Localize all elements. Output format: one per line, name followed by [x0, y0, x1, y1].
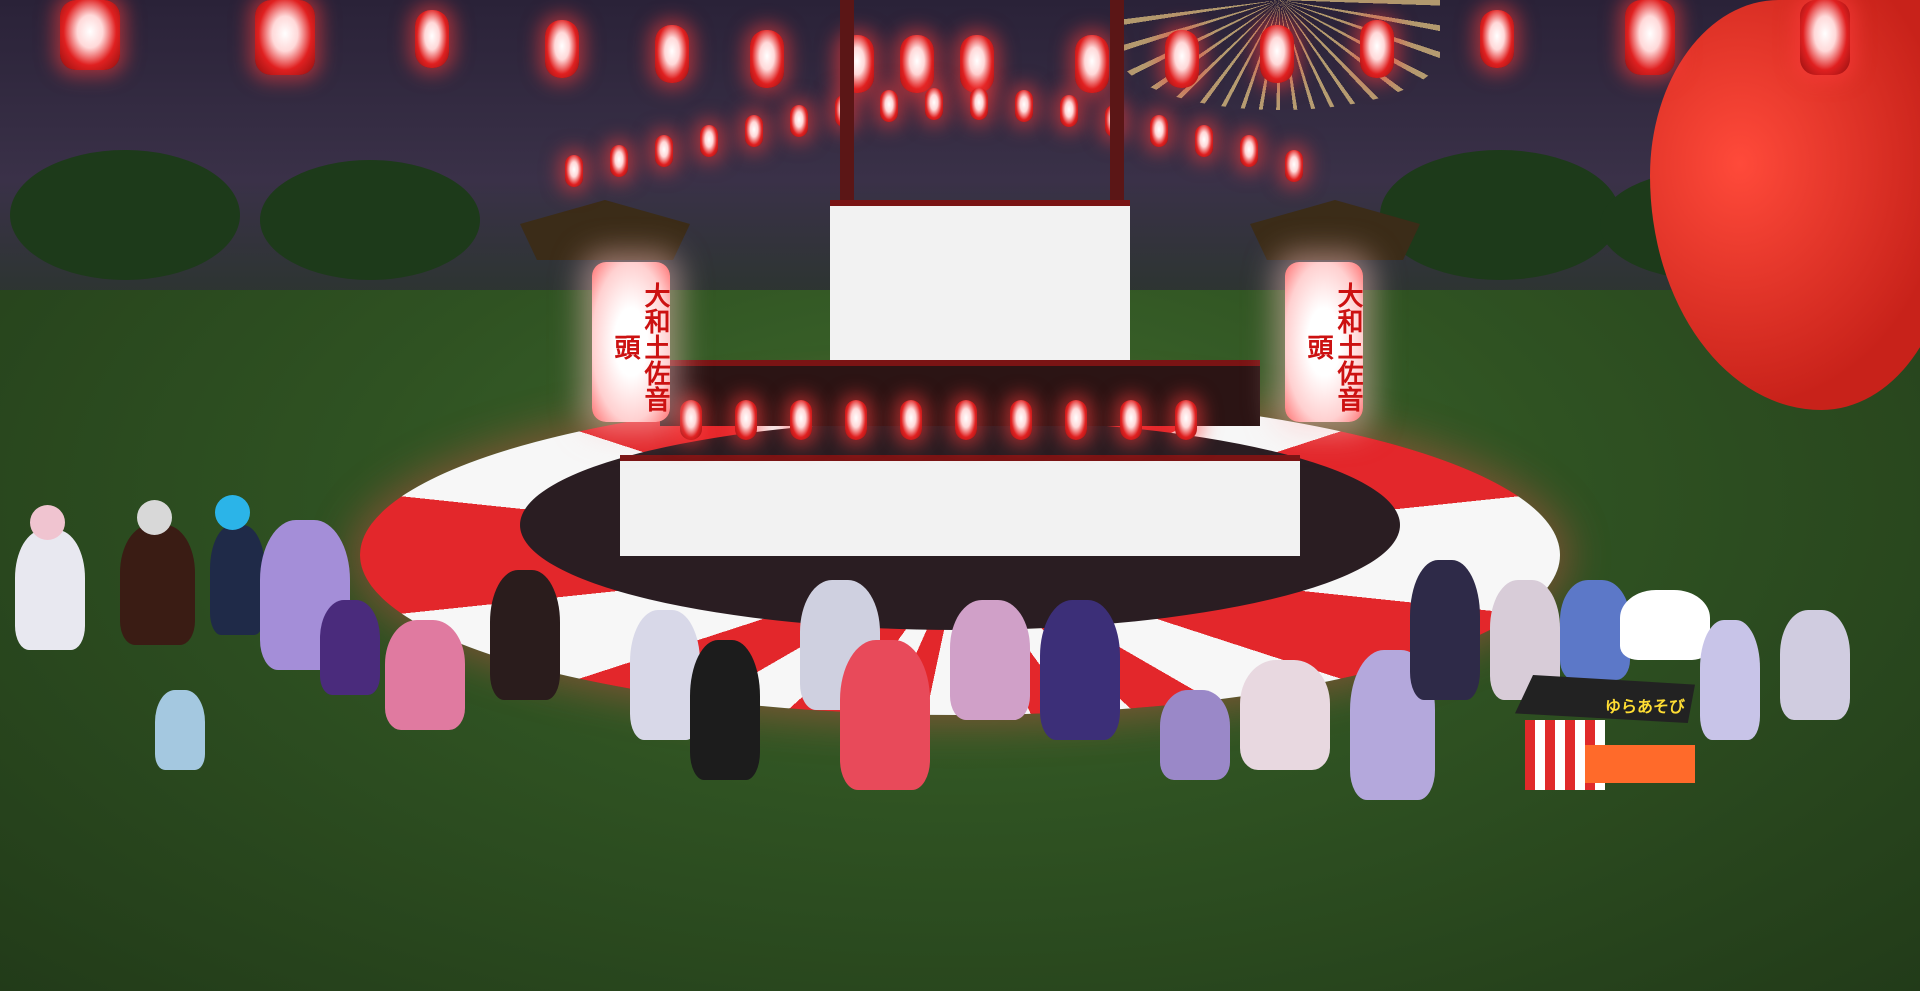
- stage-lantern: [1120, 400, 1142, 440]
- avatar[interactable]: [840, 640, 930, 790]
- avatar[interactable]: [1160, 690, 1230, 780]
- lantern: [970, 88, 988, 120]
- lantern: [1060, 95, 1078, 127]
- lantern: [900, 35, 934, 93]
- avatar[interactable]: [385, 620, 465, 730]
- avatar[interactable]: [950, 600, 1030, 720]
- stall-counter: [1585, 745, 1695, 783]
- avatar[interactable]: [120, 525, 195, 645]
- avatar[interactable]: [210, 525, 265, 635]
- avatar[interactable]: [1040, 600, 1120, 740]
- lantern: [750, 30, 784, 88]
- stage-upper-tier: [830, 200, 1130, 366]
- lantern: [565, 155, 583, 187]
- lantern: [545, 20, 579, 78]
- yagura-stage: [590, 0, 1330, 556]
- lantern: [1195, 125, 1213, 157]
- stage-tower-left: 大和土佐音頭: [592, 262, 670, 422]
- avatar-head: [30, 505, 65, 540]
- avatar-head: [137, 500, 172, 535]
- lantern: [960, 35, 994, 93]
- stage-lantern: [680, 400, 702, 440]
- stage-pillar: [840, 0, 854, 200]
- avatar[interactable]: [1780, 610, 1850, 720]
- tower-text-left: 大和土佐音頭: [610, 282, 670, 412]
- lantern: [1285, 150, 1303, 182]
- lantern: [1075, 35, 1109, 93]
- avatar[interactable]: [1410, 560, 1480, 700]
- avatar[interactable]: [1240, 660, 1330, 770]
- avatar[interactable]: [15, 530, 85, 650]
- lantern: [1240, 135, 1258, 167]
- stage-lantern: [790, 400, 812, 440]
- lantern: [745, 115, 763, 147]
- avatar[interactable]: [1700, 620, 1760, 740]
- tree: [1380, 150, 1620, 280]
- lantern: [1015, 90, 1033, 122]
- stage-lantern: [1065, 400, 1087, 440]
- lantern: [1150, 115, 1168, 147]
- tree: [260, 160, 480, 280]
- lantern: [655, 25, 689, 83]
- avatar[interactable]: [1620, 590, 1710, 660]
- food-stall: ゆらあそび: [1515, 675, 1695, 790]
- stage-lantern: [900, 400, 922, 440]
- stall-sign: ゆらあそび: [1605, 697, 1686, 716]
- avatar[interactable]: [490, 570, 560, 700]
- lantern: [925, 88, 943, 120]
- lantern: [655, 135, 673, 167]
- stage-lower-tier: [620, 455, 1300, 556]
- lantern: [790, 105, 808, 137]
- stage-tower-right: 大和土佐音頭: [1285, 262, 1363, 422]
- avatar[interactable]: [690, 640, 760, 780]
- stage-pillar: [1110, 0, 1124, 200]
- avatar[interactable]: [155, 690, 205, 770]
- avatar[interactable]: [320, 600, 380, 695]
- stage-lantern: [1010, 400, 1032, 440]
- lantern: [1480, 10, 1514, 68]
- lantern: [1260, 25, 1294, 83]
- lantern: [1165, 30, 1199, 88]
- avatar-head: [215, 495, 250, 530]
- lantern: [880, 90, 898, 122]
- stage-lantern: [955, 400, 977, 440]
- lantern: [1625, 0, 1675, 75]
- game-viewport[interactable]: 大和土佐音頭 大和土佐音頭 ゆらあそび: [0, 0, 1920, 991]
- lantern: [1360, 20, 1394, 78]
- lantern: [1800, 0, 1850, 75]
- tree: [10, 150, 240, 280]
- stage-lantern: [1175, 400, 1197, 440]
- lantern: [60, 0, 120, 70]
- lantern: [255, 0, 315, 75]
- lantern: [415, 10, 449, 68]
- stage-lantern: [845, 400, 867, 440]
- tower-text-right: 大和土佐音頭: [1303, 282, 1363, 412]
- lantern: [610, 145, 628, 177]
- stage-lantern: [735, 400, 757, 440]
- lantern: [700, 125, 718, 157]
